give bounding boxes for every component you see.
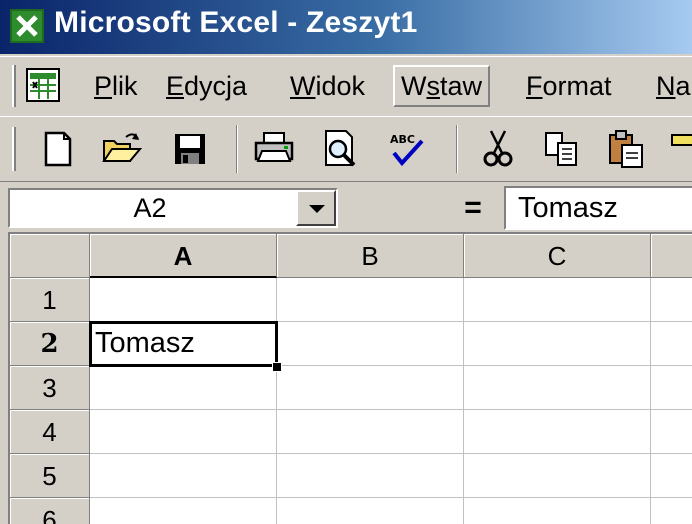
- save-icon[interactable]: [168, 127, 212, 171]
- cell-d4[interactable]: [651, 410, 692, 454]
- row-header-4[interactable]: 4: [10, 410, 90, 454]
- cut-icon[interactable]: [476, 127, 520, 171]
- cell-d5[interactable]: [651, 454, 692, 498]
- toolbar-grip[interactable]: [12, 127, 16, 171]
- cell-d1[interactable]: [651, 278, 692, 322]
- cell-b3[interactable]: [277, 366, 464, 410]
- cell-c5[interactable]: [464, 454, 651, 498]
- print-preview-icon[interactable]: [318, 127, 362, 171]
- cell-b6[interactable]: [277, 498, 464, 524]
- cell-c1[interactable]: [464, 278, 651, 322]
- cell-a2[interactable]: Tomasz: [89, 321, 278, 367]
- worksheet-grid[interactable]: A B C 1 2 3 4 5 6 Tomasz: [8, 232, 692, 524]
- new-icon[interactable]: [36, 127, 80, 171]
- cell-a6[interactable]: [90, 498, 277, 524]
- formula-input[interactable]: Tomasz: [504, 186, 692, 230]
- row-header-6[interactable]: 6: [10, 498, 90, 524]
- spelling-icon[interactable]: ABC: [384, 127, 428, 171]
- cell-b4[interactable]: [277, 410, 464, 454]
- column-header-a[interactable]: A: [90, 234, 277, 278]
- menu-narzedzia[interactable]: Na: [650, 65, 692, 107]
- cell-a1[interactable]: [90, 278, 277, 322]
- open-icon[interactable]: [100, 127, 144, 171]
- row-header-1[interactable]: 1: [10, 278, 90, 322]
- name-box[interactable]: A2: [8, 188, 338, 228]
- cell-c3[interactable]: [464, 366, 651, 410]
- name-box-value[interactable]: A2: [10, 190, 290, 226]
- title-bar[interactable]: Microsoft Excel - Zeszyt1: [0, 0, 692, 56]
- cell-b1[interactable]: [277, 278, 464, 322]
- formula-bar: A2 = Tomasz: [0, 182, 692, 232]
- name-box-dropdown-button[interactable]: [296, 190, 336, 226]
- workbook-icon[interactable]: [24, 67, 64, 105]
- window-title: Microsoft Excel - Zeszyt1: [54, 6, 418, 39]
- column-header-d[interactable]: [651, 234, 692, 278]
- menu-bar-grip[interactable]: [12, 65, 16, 107]
- column-header-b[interactable]: B: [277, 234, 464, 278]
- cell-a3[interactable]: [90, 366, 277, 410]
- toolbar-separator: [236, 125, 238, 173]
- menu-bar: Plik Edycja Widok Wstaw Format Na: [0, 56, 692, 116]
- cell-b2[interactable]: [277, 322, 464, 366]
- cell-d6[interactable]: [651, 498, 692, 524]
- fill-handle[interactable]: [272, 362, 282, 372]
- row-header-3[interactable]: 3: [10, 366, 90, 410]
- cell-b5[interactable]: [277, 454, 464, 498]
- menu-widok[interactable]: Widok: [284, 65, 371, 107]
- menu-wstaw[interactable]: Wstaw: [393, 65, 491, 107]
- cell-c2[interactable]: [464, 322, 651, 366]
- standard-toolbar: ABC: [0, 116, 692, 182]
- menu-edycja[interactable]: Edycja: [160, 65, 253, 107]
- paste-icon[interactable]: [604, 127, 648, 171]
- row-header-5[interactable]: 5: [10, 454, 90, 498]
- edit-formula-button[interactable]: =: [458, 193, 488, 224]
- excel-app-icon[interactable]: [10, 9, 44, 43]
- column-header-c[interactable]: C: [464, 234, 651, 278]
- cell-c6[interactable]: [464, 498, 651, 524]
- cell-d2[interactable]: [651, 322, 692, 366]
- menu-plik[interactable]: Plik: [88, 65, 144, 107]
- print-icon[interactable]: [252, 127, 296, 171]
- toolbar-separator: [456, 125, 458, 173]
- cell-d3[interactable]: [651, 366, 692, 410]
- menu-format[interactable]: Format: [520, 65, 618, 107]
- cell-a4[interactable]: [90, 410, 277, 454]
- copy-icon[interactable]: [540, 127, 584, 171]
- cell-a5[interactable]: [90, 454, 277, 498]
- row-header-2[interactable]: 2: [10, 322, 90, 366]
- format-painter-icon[interactable]: [664, 127, 692, 171]
- cell-c4[interactable]: [464, 410, 651, 454]
- svg-text:ABC: ABC: [390, 133, 415, 146]
- select-all-corner[interactable]: [10, 234, 90, 278]
